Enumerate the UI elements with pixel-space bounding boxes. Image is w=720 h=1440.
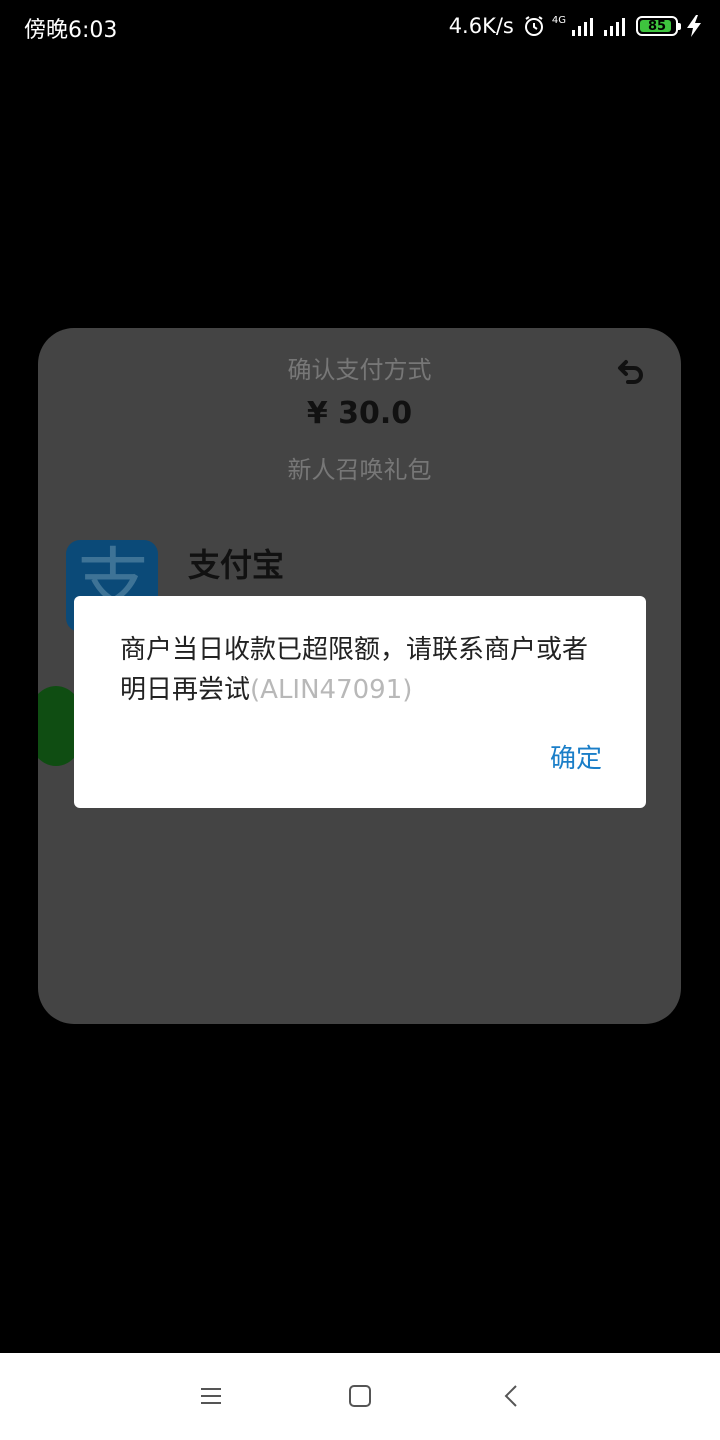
confirm-button[interactable]: 确定 [550,738,602,775]
charging-icon [687,15,701,37]
alarm-icon [524,16,543,36]
back-nav-icon[interactable] [497,1381,527,1411]
status-icons: 4.6K/s 4G 85 [449,10,704,42]
payment-amount: ¥ 30.0 [306,396,413,431]
payment-method-alipay[interactable]: 支付宝 [188,540,284,586]
product-name: 新人召唤礼包 [287,456,432,484]
back-icon[interactable] [613,358,645,390]
battery-indicator: 85 [636,16,681,36]
battery-level: 85 [647,18,667,34]
network-speed: 4.6K/s [448,14,514,38]
status-time: 傍晚6:03 [24,18,118,43]
status-bar: 傍晚6:03 4.6K/s 4G 85 [0,0,720,52]
sheet-title: 确认支付方式 [287,356,432,384]
signal-icon [572,18,593,36]
navigation-bar [0,1353,720,1440]
signal-icon-2 [604,18,625,36]
home-icon[interactable] [345,1381,375,1411]
error-dialog: 商户当日收款已超限额，请联系商户或者明日再尝试(ALIN47091) 确定 [74,596,646,808]
menu-icon[interactable] [196,1381,226,1411]
network-type-4g: 4G [551,15,566,26]
dialog-message: 商户当日收款已超限额，请联系商户或者明日再尝试(ALIN47091) [120,630,600,710]
error-code: (ALIN47091) [250,675,413,705]
